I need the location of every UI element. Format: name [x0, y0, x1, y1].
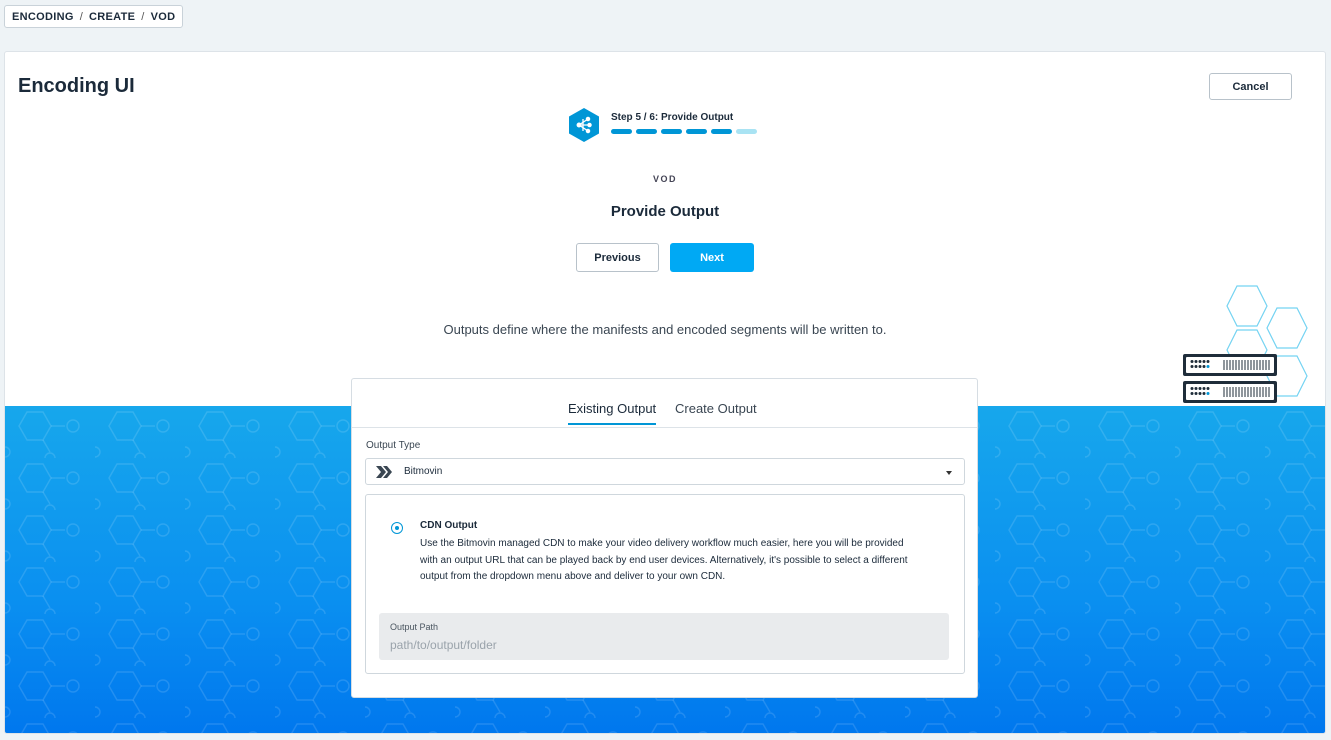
step-progress-segment: [611, 129, 632, 134]
chevron-down-icon: [946, 471, 952, 475]
output-panel: Existing Output Create Output Output Typ…: [351, 378, 978, 698]
step-indicator-label: Step 5 / 6: Provide Output: [611, 112, 734, 123]
cdn-output-option: CDN Output Use the Bitmovin managed CDN …: [365, 494, 965, 674]
next-button[interactable]: Next: [670, 243, 754, 272]
bitmovin-logo-icon: [376, 465, 392, 478]
output-type-label: Output Type: [366, 440, 421, 451]
output-type-select[interactable]: Bitmovin: [365, 458, 965, 485]
category-label: VOD: [652, 174, 677, 184]
cdn-output-title: CDN Output: [420, 520, 478, 531]
section-description: Outputs define where the manifests and e…: [443, 322, 887, 337]
breadcrumb-separator: /: [79, 10, 84, 23]
step-progress-segment: [711, 129, 732, 134]
tab-create-output[interactable]: Create Output: [675, 401, 757, 423]
breadcrumb-separator: /: [141, 10, 145, 23]
cancel-button[interactable]: Cancel: [1209, 73, 1292, 100]
wizard-card: Encoding UI Cancel Step 5 / 6: Provide O…: [4, 51, 1326, 734]
step-progress-segment: [686, 129, 707, 134]
breadcrumb-item-create[interactable]: CREATE: [89, 11, 135, 23]
step-progress-segment: [661, 129, 682, 134]
step-progress-segment: [636, 129, 657, 134]
output-path-label: Output Path: [390, 622, 439, 632]
breadcrumb-item-encoding[interactable]: ENCODING: [12, 11, 74, 23]
cdn-output-description: Use the Bitmovin managed CDN to make you…: [420, 538, 908, 582]
section-title: Provide Output: [610, 203, 720, 220]
breadcrumb: ENCODING / CREATE / VOD: [4, 5, 184, 28]
page-title: Encoding UI: [18, 75, 135, 97]
encoding-hexagon-icon: [569, 108, 599, 142]
output-tabs: Existing Output Create Output: [352, 379, 977, 428]
output-path-field[interactable]: Output Path path/to/output/folder: [379, 613, 949, 660]
output-type-value: Bitmovin: [404, 466, 443, 477]
tab-existing-output[interactable]: Existing Output: [568, 401, 657, 425]
previous-button[interactable]: Previous: [576, 243, 659, 272]
step-progress-segment: [736, 129, 757, 134]
cdn-output-radio[interactable]: [391, 522, 403, 534]
breadcrumb-item-vod: VOD: [150, 10, 176, 23]
output-path-input[interactable]: path/to/output/folder: [390, 638, 497, 652]
server-hexagons-illustration: [1183, 285, 1308, 403]
step-progress: [611, 129, 757, 134]
